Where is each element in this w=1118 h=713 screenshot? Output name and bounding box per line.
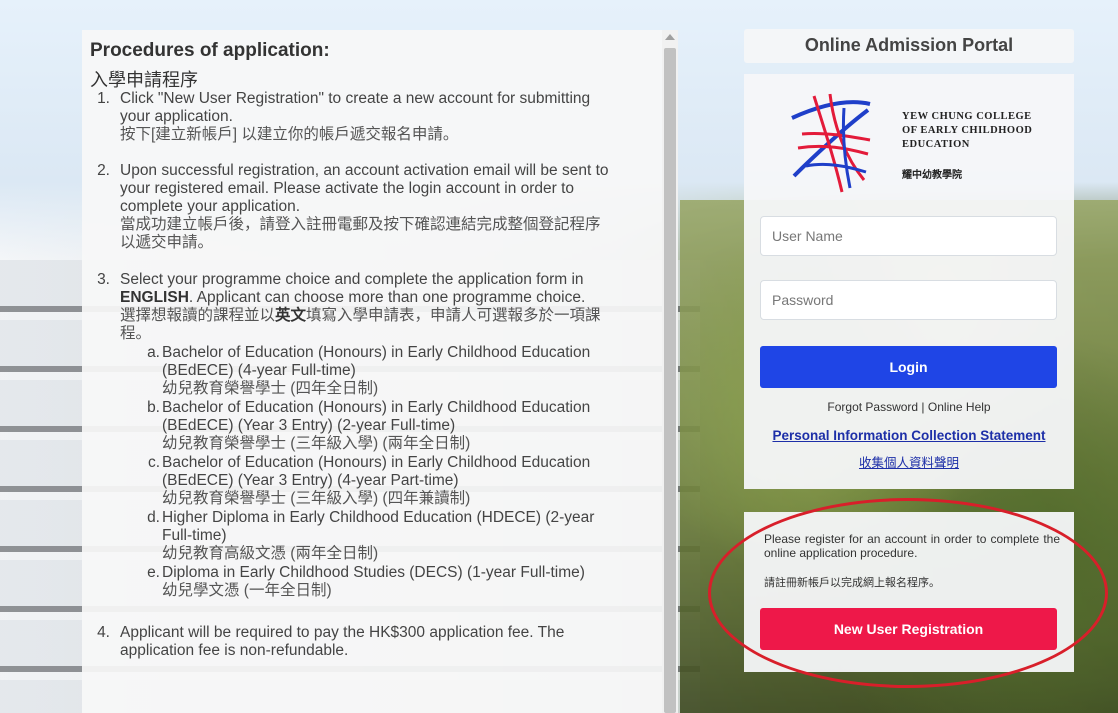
step-text: your application. (120, 108, 233, 125)
programme-name-zh: 幼兒教育榮譽學士 (三年級入學) (兩年全日制) (162, 435, 471, 452)
highlight-annotation (708, 498, 1108, 688)
english-emphasis-zh: 英文 (275, 307, 307, 324)
programme-name: Higher Diploma in Early Childhood Educat… (162, 509, 595, 526)
procedure-step-1: 1. Click "New User Registration" to crea… (90, 90, 658, 144)
programme-item: c. Bachelor of Education (Honours) in Ea… (120, 454, 658, 508)
programme-name: (BEdECE) (Year 3 Entry) (2-year Full-tim… (162, 417, 456, 434)
forgot-password-link[interactable]: Forgot Password (827, 400, 918, 414)
college-logo-icon (791, 93, 871, 193)
step-text: your registered email. Please activate t… (120, 180, 575, 197)
procedures-title-zh: 入學申請程序 (90, 70, 198, 90)
procedure-step-4: 4. Applicant will be required to pay the… (90, 624, 658, 660)
programme-name-zh: 幼兒教育榮譽學士 (三年級入學) (四年兼讀制) (162, 490, 471, 507)
login-button[interactable]: Login (760, 346, 1057, 388)
username-input[interactable] (760, 216, 1057, 256)
help-links: Forgot Password | Online Help (744, 400, 1074, 414)
programme-name: (BEdECE) (4-year Full-time) (162, 362, 356, 379)
programme-item: a. Bachelor of Education (Honours) in Ea… (120, 344, 658, 398)
programme-item: e. Diploma in Early Childhood Studies (D… (120, 564, 658, 600)
college-name-zh: 耀中幼教學院 (902, 170, 962, 181)
step-text: Select your programme choice and complet… (120, 271, 584, 288)
programme-name: Full-time) (162, 527, 227, 544)
procedure-step-3: 3. Select your programme choice and comp… (90, 271, 658, 600)
programme-name: Bachelor of Education (Honours) in Early… (162, 454, 591, 471)
programme-item: b. Bachelor of Education (Honours) in Ea… (120, 399, 658, 453)
programme-letter: d. (147, 509, 160, 526)
personal-info-statement-link-zh[interactable]: 收集個人資料聲明 (744, 452, 1074, 471)
step-text: complete your application. (120, 198, 301, 215)
programme-letter: b. (147, 399, 160, 416)
step-number: 2. (97, 162, 110, 179)
step-number: 4. (97, 624, 110, 641)
step-text: Applicant will be required to pay the HK… (120, 624, 565, 641)
portal-title: Online Admission Portal (804, 35, 1014, 55)
step-text-zh: 選擇想報讀的課程並以英文填寫入學申請表，申請人可選報多於一項課 (120, 307, 658, 325)
procedures-list: 1. Click "New User Registration" to crea… (90, 90, 658, 660)
procedure-step-2: 2. Upon successful registration, an acco… (90, 162, 658, 252)
scroll-up-arrow-icon[interactable] (665, 34, 675, 40)
procedures-scrollbar[interactable] (662, 30, 678, 713)
portal-header: Online Admission Portal (744, 29, 1074, 63)
programme-name: Bachelor of Education (Honours) in Early… (162, 399, 591, 416)
programme-name-zh: 幼兒教育榮譽學士 (四年全日制) (162, 380, 379, 397)
programme-item: d. Higher Diploma in Early Childhood Edu… (120, 509, 658, 563)
step-number: 1. (97, 90, 110, 107)
step-number: 3. (97, 271, 110, 288)
programme-letter: e. (147, 564, 160, 581)
programme-letter: a. (147, 344, 160, 361)
step-text: Upon successful registration, an account… (120, 162, 609, 179)
link-separator: | (918, 400, 928, 414)
step-text-zh: 當成功建立帳戶後，請登入註冊電郵及按下確認連結完成整個登記程序 (120, 216, 601, 233)
procedures-title: Procedures of application: (90, 40, 330, 61)
step-text: ENGLISH. Applicant can choose more than … (120, 289, 658, 307)
programme-name: Bachelor of Education (Honours) in Early… (162, 344, 591, 361)
scrollbar-thumb[interactable] (664, 48, 676, 713)
programme-name-zh: 幼兒學文憑 (一年全日制) (162, 582, 332, 599)
password-input[interactable] (760, 280, 1057, 320)
login-card: YEW CHUNG COLLEGE OF EARLY CHILDHOOD EDU… (744, 74, 1074, 489)
step-text-zh: 以遞交申請。 (120, 234, 214, 251)
step-text-zh: 按下[建立新帳戶] 以建立你的帳戶遞交報名申請。 (120, 126, 459, 143)
step-text-zh-rest: 填寫入學申請表，申請人可選報多於一項課 (306, 307, 601, 324)
college-name: YEW CHUNG COLLEGE OF EARLY CHILDHOOD EDU… (902, 111, 1033, 150)
procedures-panel[interactable]: Procedures of application: 入學申請程序 1. Cli… (82, 30, 662, 713)
programme-name: Diploma in Early Childhood Studies (DECS… (162, 564, 585, 581)
english-emphasis: ENGLISH (120, 289, 189, 306)
programme-name: (BEdECE) (Year 3 Entry) (4-year Part-tim… (162, 472, 459, 489)
step-text: Click "New User Registration" to create … (120, 90, 591, 107)
programme-name-zh: 幼兒教育高級文憑 (兩年全日制) (162, 545, 379, 562)
programme-letter: c. (147, 454, 160, 471)
step-text: application fee is non-refundable. (120, 642, 349, 659)
personal-info-statement-link[interactable]: Personal Information Collection Statemen… (744, 428, 1074, 443)
online-help-link[interactable]: Online Help (928, 400, 991, 414)
step-text-zh-pre: 選擇想報讀的課程並以 (120, 307, 276, 324)
step-text-zh: 程。 (120, 325, 152, 342)
step-text-rest: . Applicant can choose more than one pro… (188, 289, 586, 306)
